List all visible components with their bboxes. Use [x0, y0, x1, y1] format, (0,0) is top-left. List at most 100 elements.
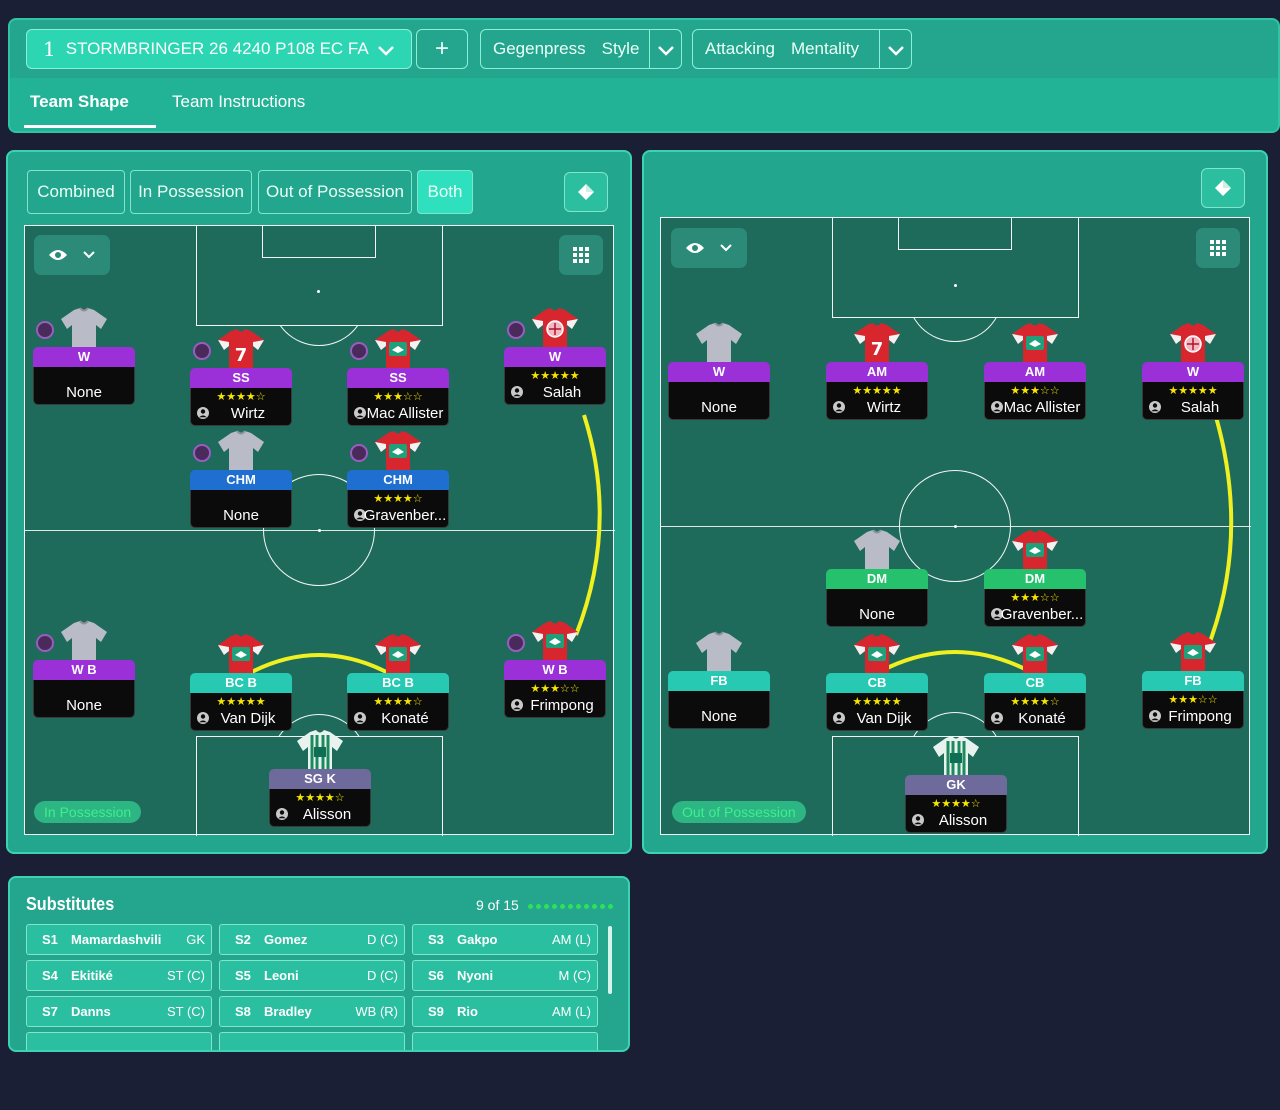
substitute-item[interactable]: S1 Mamardashvili GK [26, 924, 212, 955]
segment-in-possession[interactable]: In Possession [130, 170, 252, 214]
shirt-icon [931, 735, 981, 779]
player-rating: ★★★☆☆ [1010, 591, 1060, 604]
player-card[interactable]: W ★★★★★ Salah [1142, 362, 1244, 420]
shirt-icon [59, 307, 109, 351]
segment-both[interactable]: Both [417, 170, 473, 214]
substitute-name: Mamardashvili [71, 932, 162, 947]
substitute-slot: S7 [42, 1004, 58, 1019]
shirt-icon [530, 307, 580, 351]
player-rating: ★★★★☆ [216, 390, 266, 403]
player-name: Van Dijk [856, 710, 912, 727]
player-rating: ★★★☆☆ [1168, 693, 1218, 706]
substitute-item[interactable]: S3 Gakpo AM (L) [412, 924, 598, 955]
player-name: None [66, 697, 102, 714]
player-role: AM [984, 362, 1086, 382]
player-card[interactable]: FB ★★★☆☆ Frimpong [1142, 671, 1244, 729]
style-selector[interactable]: Gegenpress Style [480, 29, 682, 69]
chevron-down-icon [888, 46, 904, 56]
player-rating: ★★★★★ [852, 695, 902, 708]
shirt-icon [373, 430, 423, 474]
style-value: Gegenpress [493, 39, 586, 58]
player-name: Salah [542, 384, 582, 401]
tab-team-instructions[interactable]: Team Instructions [172, 92, 305, 112]
player-card[interactable]: BC B ★★★★★ Van Dijk [190, 673, 292, 731]
substitute-slot: S2 [235, 932, 251, 947]
player-role: W [668, 362, 770, 382]
player-card[interactable]: DM ★★★☆☆ Gravenber... [984, 569, 1086, 627]
player-trait-icon [36, 321, 54, 339]
player-card[interactable]: AM ★★★★★ Wirtz [826, 362, 928, 420]
player-role: CB [826, 673, 928, 693]
substitute-item[interactable] [26, 1032, 212, 1050]
substitute-position: AM (L) [552, 1004, 591, 1019]
player-role: CHM [190, 470, 292, 490]
player-card[interactable]: W ★★★★★ Salah [504, 347, 606, 405]
substitute-position: AM (L) [552, 932, 591, 947]
substitute-item[interactable] [219, 1032, 405, 1050]
svg-text:7: 7 [871, 339, 884, 360]
player-name: Gravenber... [363, 507, 447, 524]
substitute-item[interactable] [412, 1032, 598, 1050]
player-rating: ★★★★★ [216, 695, 266, 708]
player-card[interactable]: W B None [33, 660, 135, 718]
diamond-button[interactable] [564, 172, 608, 212]
player-card[interactable]: W B ★★★☆☆ Frimpong [504, 660, 606, 718]
substitute-slot: S8 [235, 1004, 251, 1019]
player-card[interactable]: SG K ★★★★☆ Alisson [269, 769, 371, 827]
player-card[interactable]: SS ★★★☆☆ Mac Allister [347, 368, 449, 426]
player-role: CB [984, 673, 1086, 693]
substitutes-progress [528, 904, 613, 909]
player-card[interactable]: CB ★★★★☆ Konaté [984, 673, 1086, 731]
player-card[interactable]: AM ★★★☆☆ Mac Allister [984, 362, 1086, 420]
style-label: Style [601, 39, 640, 58]
substitute-item[interactable]: S7 Danns ST (C) [26, 996, 212, 1027]
substitute-position: M (C) [558, 968, 592, 983]
player-card[interactable]: GK ★★★★☆ Alisson [905, 775, 1007, 833]
substitute-item[interactable]: S2 Gomez D (C) [219, 924, 405, 955]
player-card[interactable]: BC B ★★★★☆ Konaté [347, 673, 449, 731]
player-card[interactable]: CHM ★★★★☆ Gravenber... [347, 470, 449, 528]
mentality-selector[interactable]: Attacking Mentality [692, 29, 912, 69]
add-tactic-button[interactable]: + [416, 29, 468, 69]
player-trait-icon [193, 444, 211, 462]
substitute-item[interactable]: S4 Ekitiké ST (C) [26, 960, 212, 991]
player-card[interactable]: W None [33, 347, 135, 405]
player-card[interactable]: W None [668, 362, 770, 420]
player-card[interactable]: DM None [826, 569, 928, 627]
player-role: SG K [269, 769, 371, 789]
substitute-item[interactable]: S8 Bradley WB (R) [219, 996, 405, 1027]
substitute-name: Leoni [264, 968, 299, 983]
substitute-item[interactable]: S6 Nyoni M (C) [412, 960, 598, 991]
substitute-name: Gomez [264, 932, 308, 947]
substitute-name: Bradley [264, 1004, 312, 1019]
substitute-item[interactable]: S9 Rio AM (L) [412, 996, 598, 1027]
player-card[interactable]: CHM None [190, 470, 292, 528]
segment-combined[interactable]: Combined [27, 170, 125, 214]
substitute-slot: S9 [428, 1004, 444, 1019]
diamond-button[interactable] [1201, 168, 1245, 208]
player-role: SS [190, 368, 292, 388]
player-name: Mac Allister [1003, 399, 1081, 416]
shirt-icon [373, 633, 423, 677]
player-name: Salah [1180, 399, 1220, 416]
player-card[interactable]: SS ★★★★☆ Wirtz [190, 368, 292, 426]
tactic-selector[interactable]: 1 STORMBRINGER 26 4240 P108 EC FA [26, 29, 412, 69]
tab-team-shape[interactable]: Team Shape [30, 92, 129, 112]
substitutes-scrollbar[interactable] [608, 926, 612, 994]
tactic-name: STORMBRINGER 26 4240 P108 EC FA [65, 39, 369, 58]
substitute-item[interactable]: S5 Leoni D (C) [219, 960, 405, 991]
segment-out-of-possession[interactable]: Out of Possession [258, 170, 412, 214]
player-rating: ★★★★☆ [295, 791, 345, 804]
shirt-icon [59, 620, 109, 664]
substitutes-panel: Substitutes 9 of 15 S1 Mamardashvili GK S2 G… [8, 876, 630, 1052]
player-card[interactable]: CB ★★★★★ Van Dijk [826, 673, 928, 731]
shirt-icon [1168, 631, 1218, 675]
player-role: W [504, 347, 606, 367]
player-card[interactable]: FB None [668, 671, 770, 729]
player-trait-icon [350, 444, 368, 462]
player-rating: ★★★☆☆ [373, 390, 423, 403]
player-role: AM [826, 362, 928, 382]
tactic-header: 1 STORMBRINGER 26 4240 P108 EC FA + Gege… [8, 18, 1280, 133]
player-name: Wirtz [230, 405, 266, 422]
player-role: FB [1142, 671, 1244, 691]
